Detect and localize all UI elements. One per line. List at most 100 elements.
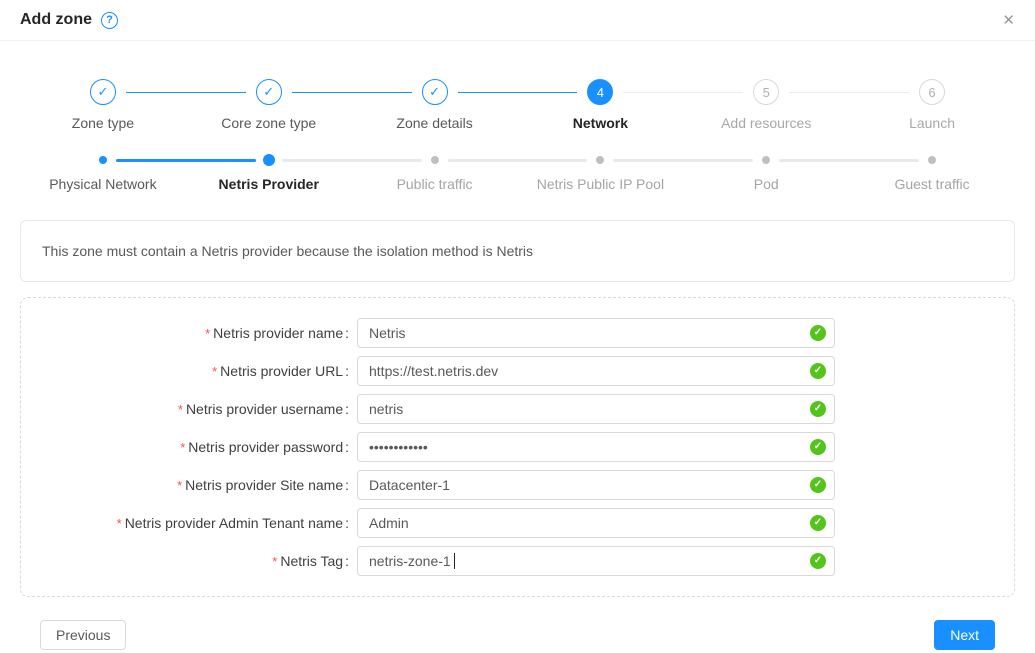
required-asterisk: *: [178, 402, 183, 417]
valid-check-icon: ✓: [810, 477, 826, 493]
notice-text: This zone must contain a Netris provider…: [42, 243, 533, 259]
form-row-netris-provider-password: *Netris provider password: ✓: [21, 432, 1014, 462]
substep-dot-row: [762, 153, 770, 167]
form-row-netris-provider-username: *Netris provider username: ✓: [21, 394, 1014, 424]
valid-check-icon: ✓: [810, 515, 826, 531]
substep-dot: [263, 154, 275, 166]
step-label: Add resources: [721, 115, 811, 131]
substep-label: Netris Provider: [219, 176, 319, 192]
label-colon: :: [345, 477, 349, 493]
substep-public-traffic: Public traffic: [352, 153, 518, 192]
input-wrap: ✓: [357, 432, 835, 462]
netris-provider-site-name-input[interactable]: [357, 470, 835, 500]
step-core-zone-type: ✓ Core zone type: [186, 79, 352, 131]
netris-provider-password-input[interactable]: [357, 432, 835, 462]
step-check-icon: ✓: [256, 79, 282, 105]
field-label: Netris provider URL: [220, 363, 343, 379]
step-check-icon: ✓: [422, 79, 448, 105]
text-caret: [454, 553, 455, 569]
netris-provider-username-input[interactable]: [357, 394, 835, 424]
substep-label: Public traffic: [397, 176, 473, 192]
substep-dot: [431, 156, 439, 164]
substep-pod: Pod: [683, 153, 849, 192]
step-zone-type: ✓ Zone type: [20, 79, 186, 131]
step-network: 4 Network: [517, 79, 683, 131]
field-label: Netris provider Admin Tenant name: [125, 515, 343, 531]
input-wrap: ✓: [357, 470, 835, 500]
step-label: Network: [573, 115, 628, 131]
substep-dot-row: [431, 153, 439, 167]
label-colon: :: [345, 363, 349, 379]
field-label: Netris provider password: [188, 439, 343, 455]
substep-dot: [596, 156, 604, 164]
form-row-netris-tag: *Netris Tag: ✓: [21, 546, 1014, 576]
field-label: Netris provider Site name: [185, 477, 343, 493]
form-row-netris-provider-name: *Netris provider name: ✓: [21, 318, 1014, 348]
network-substeps: Physical Network Netris Provider Public …: [20, 153, 1015, 192]
input-wrap: ✓: [357, 356, 835, 386]
valid-check-icon: ✓: [810, 553, 826, 569]
step-label: Core zone type: [221, 115, 316, 131]
step-number: 5: [753, 79, 779, 105]
label-colon: :: [345, 401, 349, 417]
substep-dot: [99, 156, 107, 164]
valid-check-icon: ✓: [810, 401, 826, 417]
substep-label: Physical Network: [49, 176, 156, 192]
required-asterisk: *: [212, 364, 217, 379]
step-label: Launch: [909, 115, 955, 131]
netris-tag-input[interactable]: [357, 546, 835, 576]
label-colon: :: [345, 515, 349, 531]
next-button[interactable]: Next: [934, 620, 995, 650]
substep-dot: [928, 156, 936, 164]
label-colon: :: [345, 553, 349, 569]
step-label: Zone type: [72, 115, 134, 131]
required-asterisk: *: [205, 326, 210, 341]
field-label: Netris provider username: [186, 401, 343, 417]
substep-physical-network: Physical Network: [20, 153, 186, 192]
netris-provider-url-input[interactable]: [357, 356, 835, 386]
input-wrap: ✓: [357, 546, 835, 576]
field-label: Netris Tag: [280, 553, 343, 569]
field-label: Netris provider name: [213, 325, 343, 341]
substep-guest-traffic: Guest traffic: [849, 153, 1015, 192]
netris-provider-form: *Netris provider name: ✓ *Netris provide…: [20, 297, 1015, 597]
help-icon[interactable]: ?: [101, 12, 118, 29]
dialog-header: Add zone ? ✕: [0, 0, 1035, 41]
substep-dot: [762, 156, 770, 164]
step-zone-details: ✓ Zone details: [352, 79, 518, 131]
step-check-icon: ✓: [90, 79, 116, 105]
form-row-netris-provider-url: *Netris provider URL: ✓: [21, 356, 1014, 386]
substep-netris-provider: Netris Provider: [186, 153, 352, 192]
input-wrap: ✓: [357, 318, 835, 348]
label-colon: :: [345, 439, 349, 455]
valid-check-icon: ✓: [810, 439, 826, 455]
step-launch: 6 Launch: [849, 79, 1015, 131]
form-row-netris-admin-tenant-name: *Netris provider Admin Tenant name: ✓: [21, 508, 1014, 538]
netris-provider-name-input[interactable]: [357, 318, 835, 348]
substep-label: Guest traffic: [894, 176, 969, 192]
input-wrap: ✓: [357, 394, 835, 424]
input-wrap: ✓: [357, 508, 835, 538]
step-number: 6: [919, 79, 945, 105]
required-asterisk: *: [180, 440, 185, 455]
required-asterisk: *: [177, 478, 182, 493]
substep-netris-public-ip-pool: Netris Public IP Pool: [517, 153, 683, 192]
substep-dot-row: [928, 153, 936, 167]
substep-dot-row: [596, 153, 604, 167]
step-add-resources: 5 Add resources: [683, 79, 849, 131]
required-asterisk: *: [117, 516, 122, 531]
netris-provider-admin-tenant-input[interactable]: [357, 508, 835, 538]
valid-check-icon: ✓: [810, 363, 826, 379]
dialog-body: ✓ Zone type ✓ Core zone type ✓ Zone deta…: [0, 79, 1035, 650]
previous-button[interactable]: Previous: [40, 620, 126, 650]
step-number: 4: [587, 79, 613, 105]
wizard-steps: ✓ Zone type ✓ Core zone type ✓ Zone deta…: [20, 79, 1015, 131]
isolation-notice: This zone must contain a Netris provider…: [20, 220, 1015, 282]
substep-dot-row: [263, 153, 275, 167]
dialog-footer: Previous Next: [20, 597, 1015, 650]
valid-check-icon: ✓: [810, 325, 826, 341]
close-icon[interactable]: ✕: [1002, 13, 1015, 28]
step-label: Zone details: [396, 115, 472, 131]
required-asterisk: *: [272, 554, 277, 569]
label-colon: :: [345, 325, 349, 341]
